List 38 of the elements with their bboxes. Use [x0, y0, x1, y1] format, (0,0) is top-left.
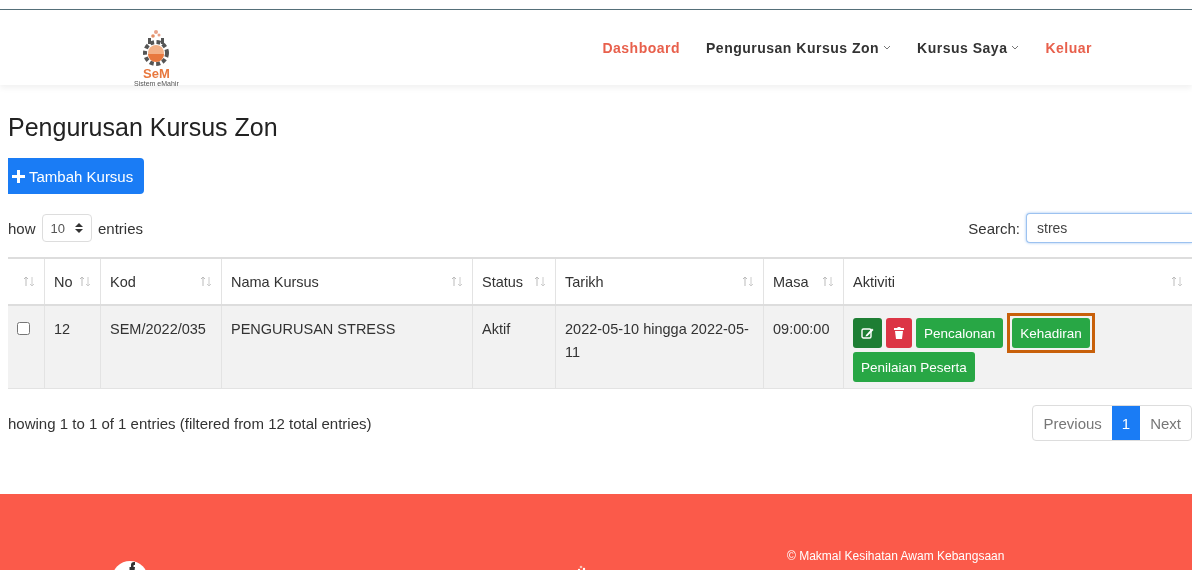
sort-icon — [534, 276, 546, 287]
copyright-text: © Makmal Kesihatan Awam Kebangsaan — [787, 549, 1005, 563]
table-cell: PENGURUSAN STRESS — [231, 321, 396, 337]
entries-select[interactable]: 10 — [41, 214, 92, 242]
page-link[interactable]: Next — [1140, 406, 1191, 440]
plus-icon — [12, 169, 25, 183]
table-cell: 12 — [54, 321, 71, 337]
chevron-down-icon — [1011, 45, 1020, 50]
search-label: Search: — [968, 219, 1020, 237]
chevron-down-icon — [883, 45, 892, 50]
table-cell: SEM/2022/035 — [110, 321, 206, 337]
entries-label: entries — [98, 219, 144, 237]
table-cell: Aktif — [482, 321, 511, 337]
sort-icon — [822, 276, 834, 287]
page-title: Pengurusan Kursus Zon — [8, 112, 279, 143]
sort-icon — [79, 276, 91, 287]
sort-arrows-icon — [75, 223, 83, 233]
table-cell: 09:00:00 — [773, 321, 830, 337]
sort-icon — [1171, 276, 1183, 287]
sort-icon — [742, 276, 754, 287]
nav-link[interactable]: Kursus Saya — [917, 39, 1020, 56]
page-link[interactable]: 1 — [1111, 406, 1141, 440]
delete-button[interactable] — [886, 318, 912, 348]
row-checkbox[interactable] — [17, 322, 30, 335]
table-cell: 2022-05-10 hingga 2022-05-11 — [565, 321, 749, 361]
edit-button[interactable] — [853, 318, 882, 348]
trash-icon — [894, 327, 904, 339]
sort-icon — [451, 276, 463, 287]
show-label: how — [8, 219, 36, 237]
table-info: howing 1 to 1 of 1 entries (filtered from 12 total entries) — [8, 414, 372, 432]
sort-icon — [23, 276, 35, 287]
sort-icon — [200, 276, 212, 287]
edit-icon — [861, 327, 874, 339]
nav-link[interactable]: Pengurusan Kursus Zon — [706, 39, 892, 56]
add-course-button[interactable]: Tambah Kursus — [8, 158, 145, 194]
page-link[interactable]: Previous — [1033, 406, 1112, 440]
search-field[interactable]: stres — [1026, 213, 1192, 243]
logo-text: SeM — [143, 67, 170, 80]
